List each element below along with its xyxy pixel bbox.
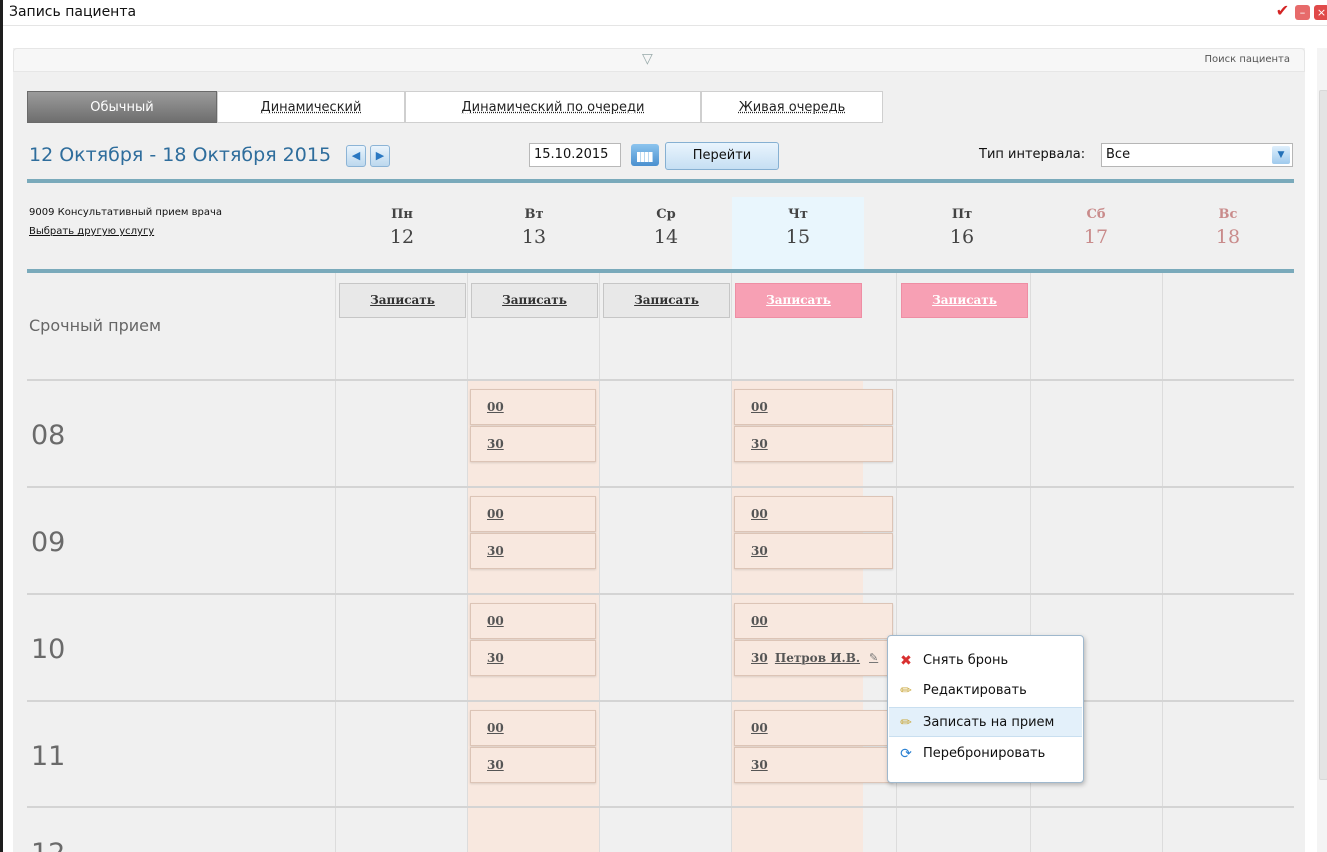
header-divider: [27, 179, 1294, 183]
hour-label-12: 12: [31, 838, 65, 852]
close-button[interactable]: ×: [1314, 5, 1327, 20]
chevron-down-icon[interactable]: ▼: [1272, 146, 1290, 164]
interval-type-value: Все: [1106, 147, 1131, 162]
chevron-down-icon[interactable]: ▽: [642, 51, 653, 67]
column-divider: [731, 273, 732, 852]
time-slot[interactable]: 30: [734, 426, 893, 462]
urgent-appointment-label: Срочный прием: [29, 316, 162, 335]
mode-tabs: Обычный Динамический Динамический по оче…: [27, 91, 883, 123]
interval-type-label: Тип интервала:: [979, 147, 1086, 162]
week-range: 12 Октября - 18 Октября 2015: [29, 144, 332, 166]
days-divider: [27, 269, 1294, 273]
day-header-mon: Пн 12: [389, 207, 415, 248]
calendar-icon[interactable]: [631, 144, 659, 166]
delete-icon: ✖: [900, 653, 912, 669]
check-icon[interactable]: ✔: [1275, 3, 1290, 19]
interval-type-select[interactable]: Все ▼: [1101, 143, 1293, 167]
service-name: 9009 Консультативный прием врача: [29, 207, 223, 218]
minimize-button[interactable]: –: [1295, 5, 1310, 20]
patient-name[interactable]: Петров И.В.: [775, 651, 860, 665]
tab-dynamic-queue[interactable]: Динамический по очереди: [405, 91, 701, 123]
urgent-book-button-tue[interactable]: Записать: [471, 283, 598, 318]
collapse-strip: ▽ Поиск пациента: [13, 48, 1305, 72]
row-divider: [27, 593, 1294, 595]
row-divider: [27, 379, 1294, 381]
hour-label-09: 09: [31, 527, 66, 558]
menu-item-rebook[interactable]: ⟳ Перебронировать: [889, 739, 1082, 769]
menu-item-edit[interactable]: ✏ Редактировать: [889, 676, 1082, 706]
column-divider: [335, 273, 336, 852]
tab-dynamic[interactable]: Динамический: [217, 91, 405, 123]
time-slot[interactable]: 00: [734, 710, 893, 746]
time-slot[interactable]: 00: [734, 389, 893, 425]
pencil-icon[interactable]: ✎: [869, 641, 878, 675]
day-header-sun: Вс 18: [1215, 207, 1241, 248]
window-title: Запись пациента: [9, 4, 137, 20]
day-header-fri: Пт 16: [949, 207, 975, 248]
time-slot[interactable]: 30: [734, 747, 893, 783]
time-slot[interactable]: 00: [470, 496, 596, 532]
slot-context-menu: ✖ Снять бронь ✏ Редактировать ✏ Записать…: [887, 635, 1084, 783]
content-area: [13, 48, 1305, 852]
column-divider: [1162, 273, 1163, 852]
time-slot[interactable]: 30: [734, 533, 893, 569]
time-slot[interactable]: 30: [470, 747, 596, 783]
day-header-wed: Ср 14: [653, 207, 679, 248]
time-slot[interactable]: 00: [470, 389, 596, 425]
patient-booking-window: Запись пациента ✔ – × ▽ Поиск пациента О…: [0, 0, 1327, 852]
hour-label-11: 11: [31, 741, 66, 772]
row-divider: [27, 806, 1294, 808]
row-divider: [27, 486, 1294, 488]
urgent-book-button-fri[interactable]: Записать: [901, 283, 1028, 318]
tab-live-queue[interactable]: Живая очередь: [701, 91, 883, 123]
urgent-book-button-thu[interactable]: Записать: [735, 283, 862, 318]
time-slot[interactable]: 00: [734, 603, 893, 639]
date-field[interactable]: 15.10.2015: [529, 143, 621, 167]
time-slot[interactable]: 00: [470, 603, 596, 639]
day-header-sat: Сб 17: [1083, 207, 1109, 248]
go-button[interactable]: Перейти: [665, 142, 779, 170]
menu-item-book-appointment[interactable]: ✏ Записать на прием: [889, 707, 1082, 737]
time-slot[interactable]: 00: [470, 710, 596, 746]
hour-label-10: 10: [31, 634, 66, 665]
column-divider: [467, 273, 468, 852]
title-bar: Запись пациента ✔ – ×: [3, 0, 1327, 26]
menu-item-cancel-booking[interactable]: ✖ Снять бронь: [889, 646, 1082, 676]
booked-time-slot[interactable]: 30 Петров И.В. ✎: [734, 640, 893, 676]
hour-label-08: 08: [31, 420, 66, 451]
time-slot[interactable]: 30: [470, 426, 596, 462]
row-divider: [27, 700, 1294, 702]
urgent-book-button-mon[interactable]: Записать: [339, 283, 466, 318]
refresh-icon: ⟳: [900, 746, 912, 762]
time-slot[interactable]: 30: [470, 640, 596, 676]
prev-week-button[interactable]: ◀: [346, 145, 366, 167]
urgent-book-button-wed[interactable]: Записать: [603, 283, 730, 318]
day-header-thu: Чт 15: [732, 197, 864, 269]
change-service-link[interactable]: Выбрать другую услугу: [29, 226, 154, 237]
patient-search-link[interactable]: Поиск пациента: [1205, 54, 1290, 65]
scrollbar-thumb[interactable]: [1319, 90, 1327, 780]
time-slot[interactable]: 30: [470, 533, 596, 569]
pencil-icon: ✏: [900, 715, 912, 731]
column-divider: [599, 273, 600, 852]
pencil-icon: ✏: [900, 683, 912, 699]
day-header-tue: Вт 13: [521, 207, 547, 248]
next-week-button[interactable]: ▶: [370, 145, 390, 167]
tab-regular[interactable]: Обычный: [27, 91, 217, 123]
time-slot[interactable]: 00: [734, 496, 893, 532]
scrollbar[interactable]: [1317, 48, 1327, 852]
